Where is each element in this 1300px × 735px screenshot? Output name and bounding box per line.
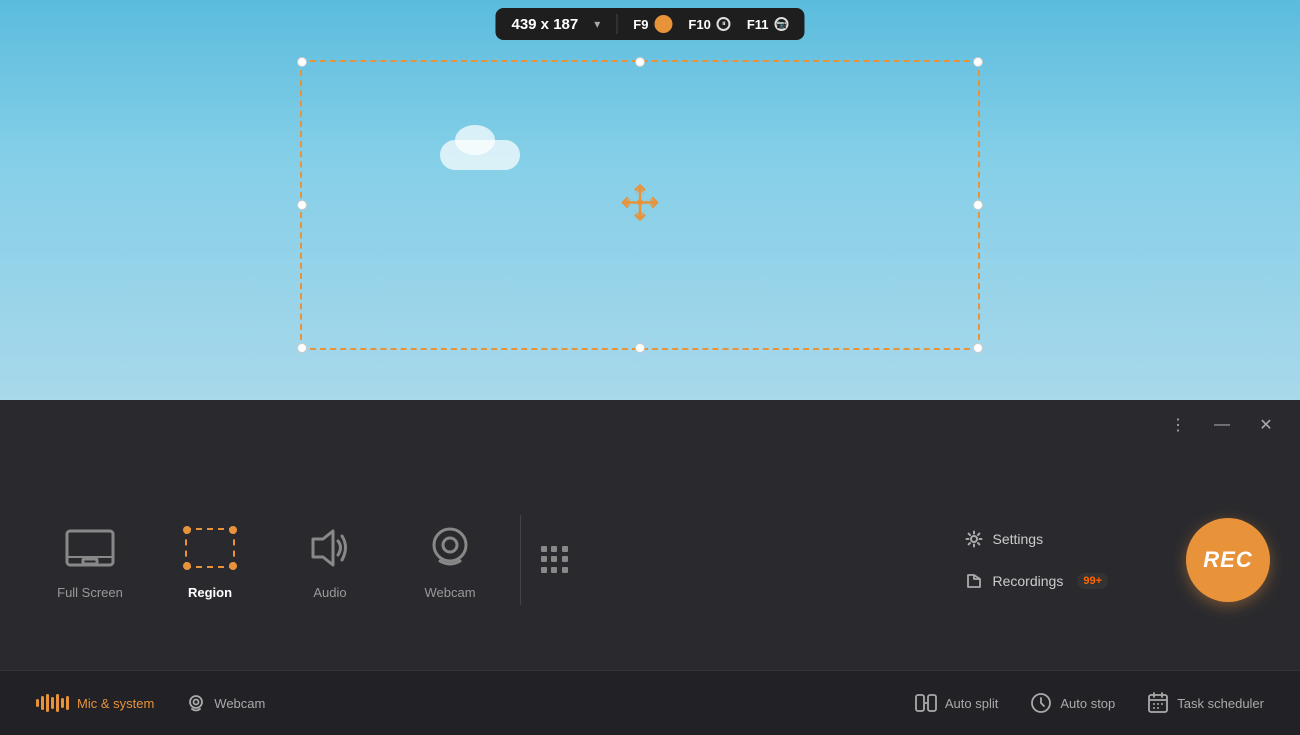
rec-button[interactable]: REC [1186,518,1270,602]
full-screen-label: Full Screen [57,585,123,600]
handle-bottom-left[interactable] [297,343,307,353]
menu-dots-button[interactable]: ⋮ [1164,411,1192,439]
region-icon [183,521,237,575]
handle-middle-right[interactable] [973,200,983,210]
handle-bottom-right[interactable] [973,343,983,353]
chevron-down-icon[interactable]: ▾ [594,17,600,31]
mic-system-button[interactable]: Mic & system [20,685,170,721]
webcam-icon [423,521,477,575]
handle-top-left[interactable] [297,57,307,67]
waveform-icon [36,693,69,713]
f9-button[interactable]: F9 [633,15,672,33]
rec-label: REC [1203,547,1252,573]
grid-dot [541,567,547,573]
webcam-mode-button[interactable]: Webcam [390,505,510,615]
webcam-bottom-label: Webcam [214,696,265,711]
auto-split-label: Auto split [945,696,998,711]
grid-dot [551,556,557,562]
wave-bar [56,694,59,712]
audio-label: Audio [313,585,346,600]
full-screen-mode-button[interactable]: Full Screen [30,505,150,615]
controls-area: Full Screen Region [0,450,1300,670]
region-corner-tl [183,526,191,534]
handle-top-center[interactable] [635,57,645,67]
webcam-mode-label: Webcam [424,585,475,600]
handle-bottom-center[interactable] [635,343,645,353]
wave-bar [61,698,64,708]
sky-background: 439 x 187 ▾ F9 F10 ⏸ F11 📷 [0,0,1300,400]
bottom-panel: ⋮ — ✕ Full Screen [0,400,1300,735]
right-menu: Settings Recordings 99+ [957,526,1147,594]
toolbar-popup: 439 x 187 ▾ F9 F10 ⏸ F11 📷 [495,8,804,40]
full-screen-icon [63,521,117,575]
handle-top-right[interactable] [973,57,983,67]
audio-mode-button[interactable]: Audio [270,505,390,615]
record-icon [654,15,672,33]
grid-dot [551,567,557,573]
pause-icon: ⏸ [717,17,731,31]
region-corner-bl [183,562,191,570]
region-corner-br [229,562,237,570]
title-bar: ⋮ — ✕ [0,400,1300,450]
grid-dot [562,567,568,573]
wave-bar [41,696,44,710]
webcam-bottom-icon [186,693,206,713]
minimize-button[interactable]: — [1208,411,1236,439]
grid-dot [551,546,557,552]
bottom-bar: Mic & system Webcam Auto split [0,670,1300,735]
recordings-menu-item[interactable]: Recordings 99+ [957,568,1117,594]
recordings-label: Recordings [993,573,1064,589]
settings-menu-item[interactable]: Settings [957,526,1117,552]
auto-split-button[interactable]: Auto split [899,685,1014,721]
region-label: Region [188,585,232,600]
recordings-badge: 99+ [1077,573,1108,589]
f11-button[interactable]: F11 📷 [747,17,789,32]
audio-icon [303,521,357,575]
screenshot-icon: 📷 [775,17,789,31]
auto-stop-icon [1030,692,1052,714]
close-button[interactable]: ✕ [1252,411,1280,439]
auto-split-icon [915,693,937,713]
selection-region[interactable] [300,60,980,350]
region-corner-tr [229,526,237,534]
auto-stop-label: Auto stop [1060,696,1115,711]
divider [616,14,617,34]
f10-button[interactable]: F10 ⏸ [688,17,730,32]
move-icon[interactable] [618,181,662,230]
grid-dot [562,556,568,562]
grid-dot [562,546,568,552]
wave-bar [46,694,49,712]
region-size: 439 x 187 [511,16,578,33]
task-scheduler-icon [1147,692,1169,714]
webcam-bottom-button[interactable]: Webcam [170,685,281,721]
task-scheduler-button[interactable]: Task scheduler [1131,684,1280,722]
wave-bar [66,696,69,710]
task-scheduler-label: Task scheduler [1177,696,1264,711]
handle-middle-left[interactable] [297,200,307,210]
grid-dot [541,546,547,552]
region-mode-button[interactable]: Region [150,505,270,615]
settings-label: Settings [993,531,1044,547]
mic-system-label: Mic & system [77,696,154,711]
wave-bar [36,699,39,707]
grid-dot [541,556,547,562]
auto-stop-button[interactable]: Auto stop [1014,684,1131,722]
vertical-divider [520,515,521,605]
wave-bar [51,697,54,709]
grid-button[interactable] [541,546,569,574]
